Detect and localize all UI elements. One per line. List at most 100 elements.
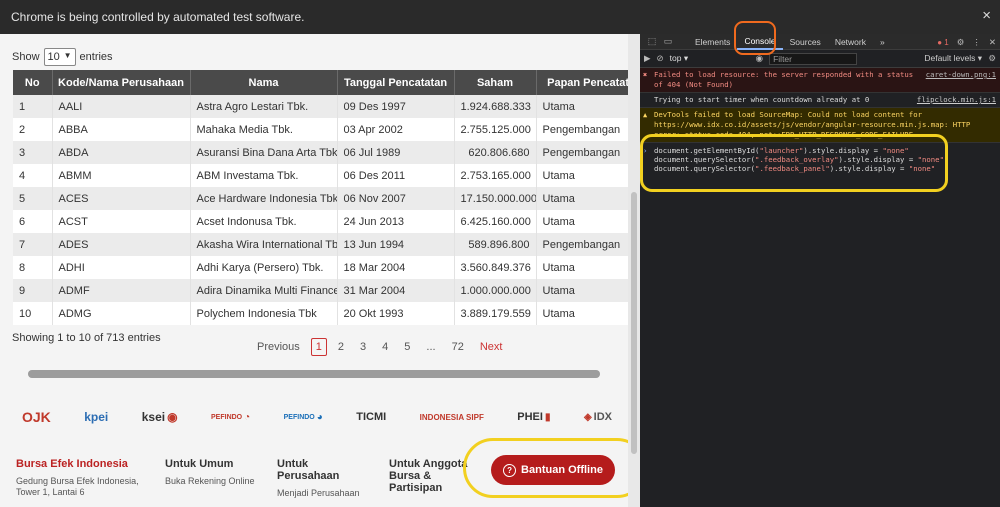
- context-selector[interactable]: top ▾: [670, 53, 750, 64]
- column-header[interactable]: Papan Pencatatan: [536, 70, 628, 95]
- footer-heading[interactable]: Bursa Efek Indonesia: [16, 458, 146, 470]
- page-button-4[interactable]: 4: [377, 338, 393, 356]
- table-cell: Utama: [536, 210, 628, 233]
- page-button-5[interactable]: 5: [399, 338, 415, 356]
- ksei-logo[interactable]: ksei ◉: [142, 406, 178, 428]
- table-row[interactable]: 9 ADMF Adira Dinamika Multi Finance T 31 Ma…: [13, 279, 628, 302]
- table-row[interactable]: 4 ABMM ABM Investama Tbk. 06 Des 2011 2.753.…: [13, 164, 628, 187]
- page-button-1[interactable]: 1: [310, 338, 327, 356]
- pefindo-syariah-logo[interactable]: PEFINDO ◕: [284, 406, 323, 428]
- table-row[interactable]: 10 ADMG Polychem Indonesia Tbk 20 Okt 1993 3…: [13, 302, 628, 325]
- clear-console-icon[interactable]: ⊘: [657, 53, 664, 64]
- eye-icon[interactable]: ◉: [756, 53, 763, 64]
- table-cell: 06 Jul 1989: [337, 141, 455, 164]
- phei-logo[interactable]: PHEI ▮: [517, 406, 550, 428]
- table-row[interactable]: 3 ABDA Asuransi Bina Dana Arta Tbk. 06 Jul …: [13, 141, 628, 164]
- table-horizontal-scrollbar[interactable]: [28, 370, 600, 378]
- phei-mark-icon: ▮: [544, 411, 551, 423]
- console-error-message: ✖ caret-down.png:1 Failed to load resour…: [640, 68, 1000, 93]
- table-cell: 2: [13, 118, 53, 141]
- table-cell: Astra Agro Lestari Tbk.: [190, 95, 338, 118]
- pagination: Previous 1 2 3 4 5 ... 72 Next: [252, 338, 507, 356]
- table-cell: 1: [13, 95, 53, 118]
- table-cell: 589.896.800: [454, 233, 537, 256]
- idx-logo[interactable]: ◈ IDX: [584, 406, 612, 428]
- log-levels-dropdown[interactable]: Default levels ▾: [924, 53, 982, 64]
- table-cell: 10: [13, 302, 53, 325]
- table-cell: 7: [13, 233, 53, 256]
- tab-elements[interactable]: Elements: [688, 34, 737, 50]
- devtools-tabbar-right: ● 1 ⚙ ⋮ ✕: [937, 34, 996, 50]
- table-cell: Utama: [536, 187, 628, 210]
- table-cell: ABMM: [52, 164, 191, 187]
- page-button-72[interactable]: 72: [447, 338, 469, 356]
- table-cell: 8: [13, 256, 53, 279]
- table-cell: ADMF: [52, 279, 191, 302]
- tab-console[interactable]: Console: [737, 34, 783, 50]
- table-row[interactable]: 6 ACST Acset Indonusa Tbk. 24 Jun 2013 6.425…: [13, 210, 628, 233]
- question-icon: ?: [503, 463, 517, 477]
- table-row[interactable]: 2 ABBA Mahaka Media Tbk. 03 Apr 2002 2.755.1…: [13, 118, 628, 141]
- command-line: document.getElementById("launcher").styl…: [654, 146, 909, 155]
- page-vertical-scrollbar[interactable]: [628, 34, 640, 507]
- close-icon[interactable]: ×: [982, 8, 991, 24]
- footer-heading[interactable]: Untuk Perusahaan: [277, 458, 367, 482]
- page-button-2[interactable]: 2: [333, 338, 349, 356]
- scrollbar-thumb[interactable]: [631, 192, 637, 454]
- console-input-commands[interactable]: › document.getElementById("launcher").st…: [640, 143, 1000, 173]
- page-button-3[interactable]: 3: [355, 338, 371, 356]
- error-count-badge[interactable]: ● 1: [937, 38, 949, 47]
- column-header[interactable]: No: [13, 70, 53, 95]
- column-header[interactable]: Saham: [454, 70, 537, 95]
- table-cell: 1.924.688.333: [454, 95, 537, 118]
- footer-heading[interactable]: Untuk Anggota Bursa & Partisipan: [389, 458, 471, 494]
- ticmi-logo[interactable]: TICMI: [356, 406, 386, 428]
- table-cell: Utama: [536, 302, 628, 325]
- kebab-menu-icon[interactable]: ⋮: [972, 37, 981, 48]
- table-row[interactable]: 8 ADHI Adhi Karya (Persero) Tbk. 18 Mar 200…: [13, 256, 628, 279]
- entries-select[interactable]: 10 ▼: [43, 48, 76, 66]
- column-header[interactable]: Nama: [190, 70, 338, 95]
- kpei-logo[interactable]: kpei: [84, 406, 108, 428]
- table-cell: 1.000.000.000: [454, 279, 537, 302]
- sipf-logo[interactable]: INDONESIA SIPF: [420, 406, 484, 428]
- gear-icon[interactable]: ⚙: [957, 37, 965, 48]
- message-text: Failed to load resource: the server resp…: [654, 70, 914, 89]
- sidebar-toggle-icon[interactable]: ▶: [644, 53, 651, 64]
- device-toolbar-icon[interactable]: ▭: [660, 36, 676, 47]
- table-cell: Adhi Karya (Persero) Tbk.: [190, 256, 338, 279]
- footer-col-bei: Bursa Efek Indonesia Gedung Bursa Efek I…: [16, 458, 146, 498]
- table-row[interactable]: 5 ACES Ace Hardware Indonesia Tbk. 06 Nov 2…: [13, 187, 628, 210]
- inspect-element-icon[interactable]: ⬚: [644, 36, 660, 47]
- console-settings-icon[interactable]: ⚙: [988, 53, 996, 64]
- pefindo-logo[interactable]: PEFINDO ◔: [211, 406, 250, 428]
- footer-heading[interactable]: Untuk Umum: [165, 458, 265, 470]
- table-cell: 2.753.165.000: [454, 164, 537, 187]
- console-log-message: flipclock.min.js:1 Trying to start timer…: [640, 93, 1000, 108]
- table-row[interactable]: 7 ADES Akasha Wira International Tbk. 13 Ju…: [13, 233, 628, 256]
- footer-link[interactable]: Buka Rekening Online: [165, 476, 265, 487]
- scrollbar-thumb[interactable]: [28, 370, 600, 378]
- bantuan-offline-button[interactable]: ? Bantuan Offline: [491, 455, 615, 485]
- table-cell: Polychem Indonesia Tbk: [190, 302, 338, 325]
- message-source-link[interactable]: flipclock.min.js:1: [917, 95, 996, 105]
- console-filter-input[interactable]: Filter: [769, 52, 858, 65]
- table-row[interactable]: 1 AALI Astra Agro Lestari Tbk. 09 Des 1997 1…: [13, 95, 628, 118]
- tab-sources[interactable]: Sources: [783, 34, 828, 50]
- close-icon[interactable]: ✕: [989, 37, 996, 48]
- tab-network[interactable]: Network: [828, 34, 873, 50]
- ksei-mark-icon: ◉: [167, 410, 178, 424]
- column-header[interactable]: Kode/Nama Perusahaan: [52, 70, 191, 95]
- footer-link[interactable]: Menjadi Perusahaan: [277, 488, 367, 499]
- console-warning-message: ▲ DevTools failed to load SourceMap: Cou…: [640, 108, 1000, 143]
- previous-button[interactable]: Previous: [252, 338, 305, 356]
- more-tabs-button[interactable]: »: [873, 34, 892, 50]
- ojk-logo[interactable]: OJK: [22, 406, 51, 428]
- table-cell: Pengembangan: [536, 141, 628, 164]
- devtools-tabbar: ⬚ ▭ Elements Console Sources Network » ●…: [640, 34, 1000, 50]
- next-button[interactable]: Next: [475, 338, 508, 356]
- message-source-link[interactable]: caret-down.png:1: [926, 70, 996, 80]
- table-cell: 06 Des 2011: [337, 164, 455, 187]
- column-header[interactable]: Tanggal Pencatatan: [337, 70, 455, 95]
- table-cell: 24 Jun 2013: [337, 210, 455, 233]
